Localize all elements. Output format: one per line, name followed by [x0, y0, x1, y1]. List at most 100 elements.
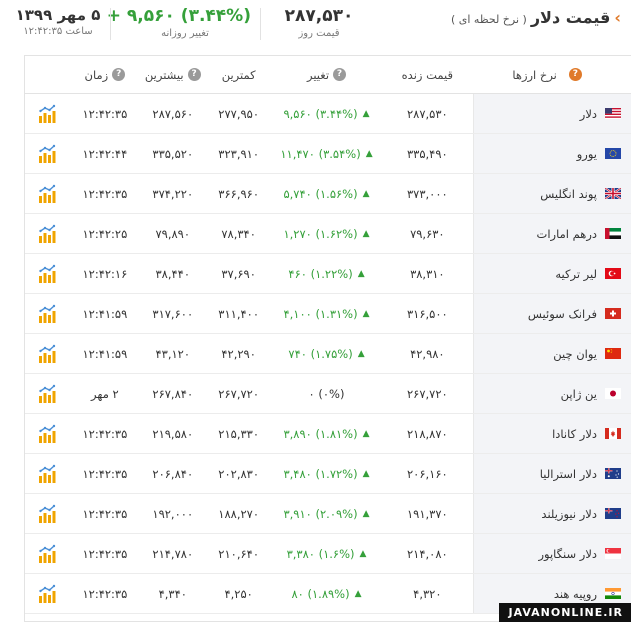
chart-icon[interactable] — [25, 294, 70, 333]
currency-name[interactable]: فرانک سوئیس — [473, 294, 631, 333]
help-icon[interactable]: ? — [112, 68, 126, 81]
arrow-up-icon: ▲ — [357, 348, 365, 359]
chart-icon[interactable] — [25, 174, 70, 213]
min-price: ۷۸,۳۴۰ — [221, 226, 256, 241]
currency-name[interactable]: دلار استرالیا — [473, 454, 631, 493]
live-price: ۱۹۱,۳۷۰ — [406, 506, 448, 521]
min-price: ۳۷,۶۹۰ — [221, 266, 256, 281]
change-cell: ▲ (۱.۶۲%) ۱,۲۷۰ — [272, 214, 382, 253]
change-cell: ▲ (۱.۸۹%) ۸۰ — [272, 574, 382, 613]
table-row[interactable]: درهم امارات ۷۹,۶۳۰ ▲ (۱.۶۲%) ۱,۲۷۰ ۷۸,۳۴۰ ۷۹,… — [25, 214, 631, 254]
chart-icon[interactable] — [25, 254, 70, 293]
currency-name-text: فرانک سوئیس — [527, 306, 597, 321]
live-price: ۳۸,۳۱۰ — [410, 266, 445, 281]
min-price: ۲۶۷,۷۲۰ — [218, 386, 260, 401]
max-price: ۲۰۶,۸۴۰ — [152, 466, 194, 481]
help-icon[interactable]: ? — [187, 68, 201, 81]
live-price: ۴,۳۲۰ — [413, 586, 442, 601]
max-price: ۴۳,۱۲۰ — [155, 346, 191, 361]
change-value: (۳.۴۴%) ۹,۵۶۰ — [283, 106, 358, 121]
page-header: ›قیمت دلار( نرخ لحظه ای ) ۲۸۷,۵۳۰ قیمت ر… — [0, 0, 631, 48]
page-title[interactable]: ›قیمت دلار( نرخ لحظه ای ) — [451, 8, 621, 27]
currency-name[interactable]: دلار کانادا — [473, 414, 631, 453]
min-price: ۳۱۱,۴۰۰ — [218, 306, 260, 321]
change-value: (۲.۰۹%) ۳,۹۱۰ — [283, 506, 358, 521]
currency-name[interactable]: دلار نیوزیلند — [473, 494, 631, 533]
flag-cn-icon — [605, 348, 621, 359]
min-price: ۲۰۲,۸۳۰ — [218, 466, 260, 481]
table-row[interactable]: ین ژاپن ۲۶۷,۷۲۰ (۰%) ۰ ۲۶۷,۷۲۰ ۲۶۷,۸۴۰ ۲ مهر — [25, 374, 631, 414]
chart-icon[interactable] — [25, 574, 70, 613]
currency-name[interactable]: ین ژاپن — [473, 374, 631, 413]
currency-name[interactable]: لیر ترکیه — [473, 254, 631, 293]
col-min: کمترین — [221, 67, 256, 82]
chart-icon[interactable] — [25, 414, 70, 453]
header-divider — [260, 8, 261, 40]
help-icon[interactable]: ? — [333, 68, 347, 81]
max-price: ۳۳۵,۵۲۰ — [152, 146, 194, 161]
flag-tr-icon — [605, 268, 621, 279]
table-row[interactable]: دلار استرالیا ۲۰۶,۱۶۰ ▲ (۱.۷۲%) ۳,۴۸۰ ۲۰۲,۸۳… — [25, 454, 631, 494]
title-subtitle: ( نرخ لحظه ای ) — [450, 13, 527, 26]
currency-name[interactable]: یورو — [473, 134, 631, 173]
update-time: ۱۲:۴۲:۳۵ — [82, 466, 128, 481]
title-text: قیمت دلار — [530, 8, 611, 27]
table-row[interactable]: دلار سنگاپور ۲۱۴,۰۸۰ ▲ (۱.۶%) ۳,۳۸۰ ۲۱۰,۶۴۰ ۲… — [25, 534, 631, 574]
max-price: ۷۹,۸۹۰ — [155, 226, 191, 241]
flag-gb-icon — [604, 187, 622, 200]
change-value: (۱.۷۲%) ۳,۴۸۰ — [283, 466, 358, 481]
min-price: ۴۲,۲۹۰ — [221, 346, 256, 361]
arrow-up-icon: ▲ — [362, 428, 370, 439]
currency-name-text: دلار نیوزیلند — [541, 506, 597, 521]
col-change: ? تغییر — [272, 56, 382, 93]
arrow-up-icon: ▲ — [362, 468, 370, 479]
chart-icon[interactable] — [25, 214, 70, 253]
currency-name-text: لیر ترکیه — [555, 266, 597, 281]
live-price: ۴۲,۹۸۰ — [410, 346, 445, 361]
chart-icon[interactable] — [25, 94, 70, 133]
currency-name-text: پوند انگلیس — [540, 186, 597, 201]
chart-icon[interactable] — [25, 334, 70, 373]
update-time: ۱۲:۴۱:۵۹ — [82, 306, 128, 321]
currency-name[interactable]: پوند انگلیس — [473, 174, 631, 213]
arrow-up-icon: ▲ — [354, 588, 362, 599]
update-time: ۱۲:۴۱:۵۹ — [82, 346, 128, 361]
currency-name-text: درهم امارات — [536, 226, 597, 241]
flag-jp-icon — [605, 388, 621, 399]
currency-name[interactable]: یوان چین — [473, 334, 631, 373]
live-price: ۲۸۷,۵۳۰ — [406, 106, 448, 121]
currency-name-text: دلار کانادا — [552, 426, 597, 441]
currency-name[interactable]: دلار — [473, 94, 631, 133]
chart-icon[interactable] — [25, 534, 70, 573]
col-max: ? بیشترین — [140, 56, 206, 93]
update-time: ۱۲:۴۲:۳۵ — [82, 186, 128, 201]
arrow-up-icon: ▲ — [362, 188, 370, 199]
chart-icon[interactable] — [25, 494, 70, 533]
table-header: ? نرخ ارزها قیمت زنده ? تغییر کمترین ? بیشت… — [25, 56, 631, 94]
currency-name[interactable]: درهم امارات — [473, 214, 631, 253]
table-row[interactable]: لیر ترکیه ۳۸,۳۱۰ ▲ (۱.۲۲%) ۴۶۰ ۳۷,۶۹۰ ۳۸,۴۴۰ ۱… — [25, 254, 631, 294]
help-icon[interactable]: ? — [568, 68, 582, 81]
watermark: JAVANONLINE.IR — [498, 603, 631, 622]
table-row[interactable]: دلار ۲۸۷,۵۳۰ ▲ (۳.۴۴%) ۹,۵۶۰ ۲۷۷,۹۵۰ ۲۸۷,۵۶۰ ۱… — [25, 94, 631, 134]
table-row[interactable]: پوند انگلیس ۳۷۳,۰۰۰ ▲ (۱.۵۶%) ۵,۷۴۰ ۳۶۶,۹۶۰ ۳… — [25, 174, 631, 214]
update-time: ۱۲:۴۲:۳۵ — [82, 506, 128, 521]
change-cell: ▲ (۳.۴۴%) ۹,۵۶۰ — [272, 94, 382, 133]
chart-icon[interactable] — [25, 134, 70, 173]
update-time: ۱۲:۴۲:۲۵ — [82, 226, 128, 241]
currency-name-text: ین ژاپن — [560, 386, 597, 401]
col-time: ? زمان — [70, 56, 140, 93]
currency-name[interactable]: دلار سنگاپور — [473, 534, 631, 573]
change-value: (۱.۳۱%) ۴,۱۰۰ — [283, 306, 358, 321]
chart-icon[interactable] — [25, 374, 70, 413]
chart-icon[interactable] — [25, 454, 70, 493]
live-price: ۲۰۶,۱۶۰ — [406, 466, 448, 481]
change-cell: (۰%) ۰ — [272, 374, 382, 413]
table-row[interactable]: فرانک سوئیس ۳۱۶,۵۰۰ ▲ (۱.۳۱%) ۴,۱۰۰ ۳۱۱,۴۰۰ ۳… — [25, 294, 631, 334]
table-row[interactable]: یوان چین ۴۲,۹۸۰ ▲ (۱.۷۵%) ۷۴۰ ۴۲,۲۹۰ ۴۳,۱۲۰ ۱۲… — [25, 334, 631, 374]
table-row[interactable]: دلار نیوزیلند ۱۹۱,۳۷۰ ▲ (۲.۰۹%) ۳,۹۱۰ ۱۸۸,۲۷… — [25, 494, 631, 534]
table-row[interactable]: دلار کانادا ۲۱۸,۸۷۰ ▲ (۱.۸۱%) ۳,۸۹۰ ۲۱۵,۳۳۰ ۲… — [25, 414, 631, 454]
update-time: ۱۲:۴۲:۳۵ — [82, 546, 128, 561]
table-row[interactable]: یورو ۳۳۵,۴۹۰ ▲ (۳.۵۴%) ۱۱,۴۷۰ ۳۲۳,۹۱۰ ۳۳۵,۵۲۰… — [25, 134, 631, 174]
chevron-left-icon: › — [614, 8, 621, 27]
